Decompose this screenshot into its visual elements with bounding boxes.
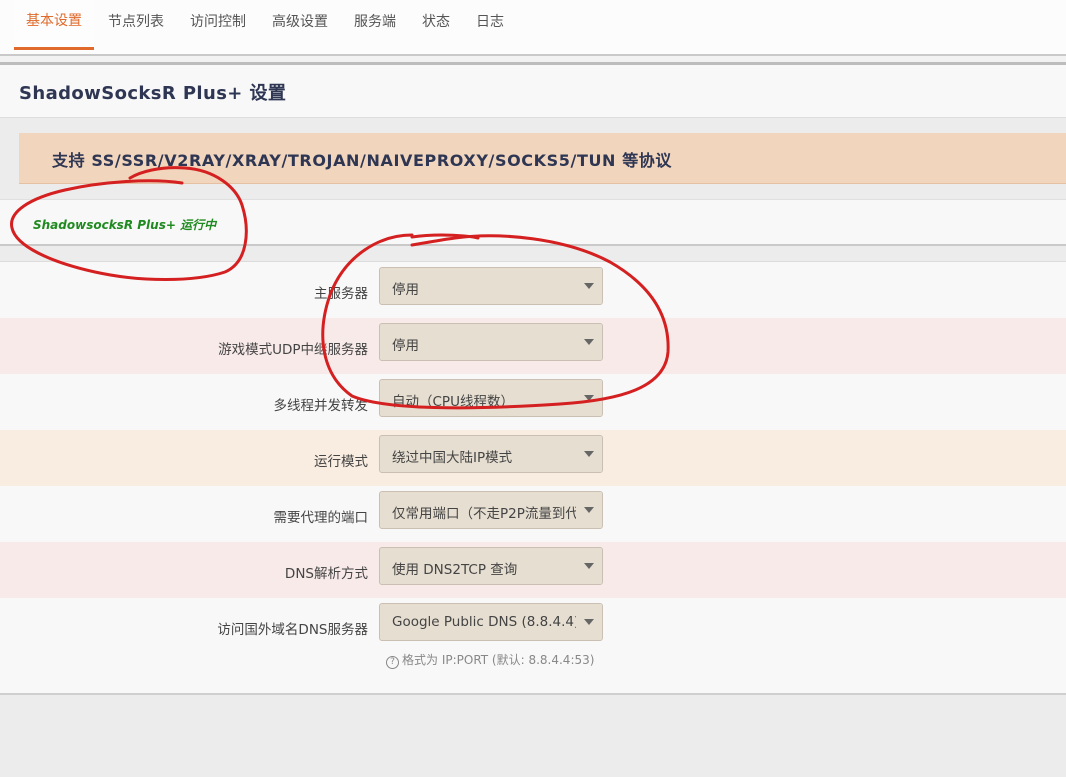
tab-access-control[interactable]: 访问控制 <box>178 0 258 50</box>
tab-bar: 基本设置 节点列表 访问控制 高级设置 服务端 状态 日志 <box>0 0 1066 56</box>
form-row-proxy-ports: 需要代理的端口 仅常用端口（不走P2P流量到代理） <box>0 486 1066 542</box>
threads-value: 自动（CPU线程数） <box>392 394 514 410</box>
form-row-udp-relay: 游戏模式UDP中继服务器 停用 <box>0 318 1066 374</box>
chevron-down-icon <box>584 339 594 345</box>
dns-mode-value: 使用 DNS2TCP 查询 <box>392 562 518 578</box>
udp-relay-server-value: 停用 <box>392 338 419 354</box>
tab-advanced-settings[interactable]: 高级设置 <box>260 0 340 50</box>
threads-label: 多线程并发转发 <box>273 398 369 414</box>
proxy-ports-value: 仅常用端口（不走P2P流量到代理） <box>392 506 603 522</box>
chevron-down-icon <box>584 563 594 569</box>
run-mode-select[interactable]: 绕过中国大陆IP模式 <box>379 435 603 473</box>
foreign-dns-value: Google Public DNS (8.8.4.4) <box>392 614 580 630</box>
tab-label: 高级设置 <box>272 14 328 30</box>
tab-label: 节点列表 <box>108 14 164 30</box>
help-circle-icon: ? <box>386 656 399 669</box>
form-row-main-server: 主服务器 停用 <box>0 262 1066 318</box>
chevron-down-icon <box>584 619 594 625</box>
page-header: ShadowSocksR Plus+ 设置 <box>0 62 1066 118</box>
tab-log[interactable]: 日志 <box>464 0 516 50</box>
tab-node-list[interactable]: 节点列表 <box>96 0 176 50</box>
settings-form: 主服务器 停用 游戏模式UDP中继服务器 停用 多线程并发转发 自动（CPU线程… <box>0 261 1066 695</box>
foreign-dns-select[interactable]: Google Public DNS (8.8.4.4) <box>379 603 603 641</box>
form-row-foreign-dns: 访问国外域名DNS服务器 Google Public DNS (8.8.4.4) <box>0 598 1066 654</box>
tab-status[interactable]: 状态 <box>410 0 462 50</box>
tab-label: 访问控制 <box>190 14 246 30</box>
proxy-ports-label: 需要代理的端口 <box>273 510 369 526</box>
form-row-threads: 多线程并发转发 自动（CPU线程数） <box>0 374 1066 430</box>
banner-text: 支持 SS/SSR/V2RAY/XRAY/TROJAN/NAIVEPROXY/S… <box>52 151 673 170</box>
main-server-value: 停用 <box>392 282 419 298</box>
chevron-down-icon <box>584 395 594 401</box>
udp-relay-server-label: 游戏模式UDP中继服务器 <box>218 342 368 358</box>
chevron-down-icon <box>584 283 594 289</box>
tab-label: 基本设置 <box>26 12 82 29</box>
hint-text: 格式为 IP:PORT (默认: 8.8.4.4:53) <box>402 653 595 667</box>
foreign-dns-label: 访问国外域名DNS服务器 <box>217 622 368 638</box>
main-server-select[interactable]: 停用 <box>379 267 603 305</box>
form-row-run-mode: 运行模式 绕过中国大陆IP模式 <box>0 430 1066 486</box>
dns-mode-label: DNS解析方式 <box>284 566 368 582</box>
tab-basic-settings[interactable]: 基本设置 <box>14 0 94 50</box>
page-title: ShadowSocksR Plus+ 设置 <box>19 83 287 104</box>
chevron-down-icon <box>584 507 594 513</box>
tab-server[interactable]: 服务端 <box>342 0 408 50</box>
threads-select[interactable]: 自动（CPU线程数） <box>379 379 603 417</box>
foreign-dns-hint: ? 格式为 IP:PORT (默认: 8.8.4.4:53) <box>386 651 594 669</box>
udp-relay-server-select[interactable]: 停用 <box>379 323 603 361</box>
main-server-label: 主服务器 <box>314 286 368 302</box>
run-mode-value: 绕过中国大陆IP模式 <box>392 450 513 466</box>
tab-label: 状态 <box>422 14 450 30</box>
running-status: ShadowsocksR Plus+ 运行中 <box>33 218 217 232</box>
protocol-banner: 支持 SS/SSR/V2RAY/XRAY/TROJAN/NAIVEPROXY/S… <box>19 133 1066 184</box>
form-row-dns-mode: DNS解析方式 使用 DNS2TCP 查询 <box>0 542 1066 598</box>
tab-label: 日志 <box>476 14 504 30</box>
dns-mode-select[interactable]: 使用 DNS2TCP 查询 <box>379 547 603 585</box>
proxy-ports-select[interactable]: 仅常用端口（不走P2P流量到代理） <box>379 491 603 529</box>
status-panel: ShadowsocksR Plus+ 运行中 <box>0 199 1066 246</box>
chevron-down-icon <box>584 451 594 457</box>
tab-label: 服务端 <box>354 14 396 30</box>
run-mode-label: 运行模式 <box>314 454 368 470</box>
